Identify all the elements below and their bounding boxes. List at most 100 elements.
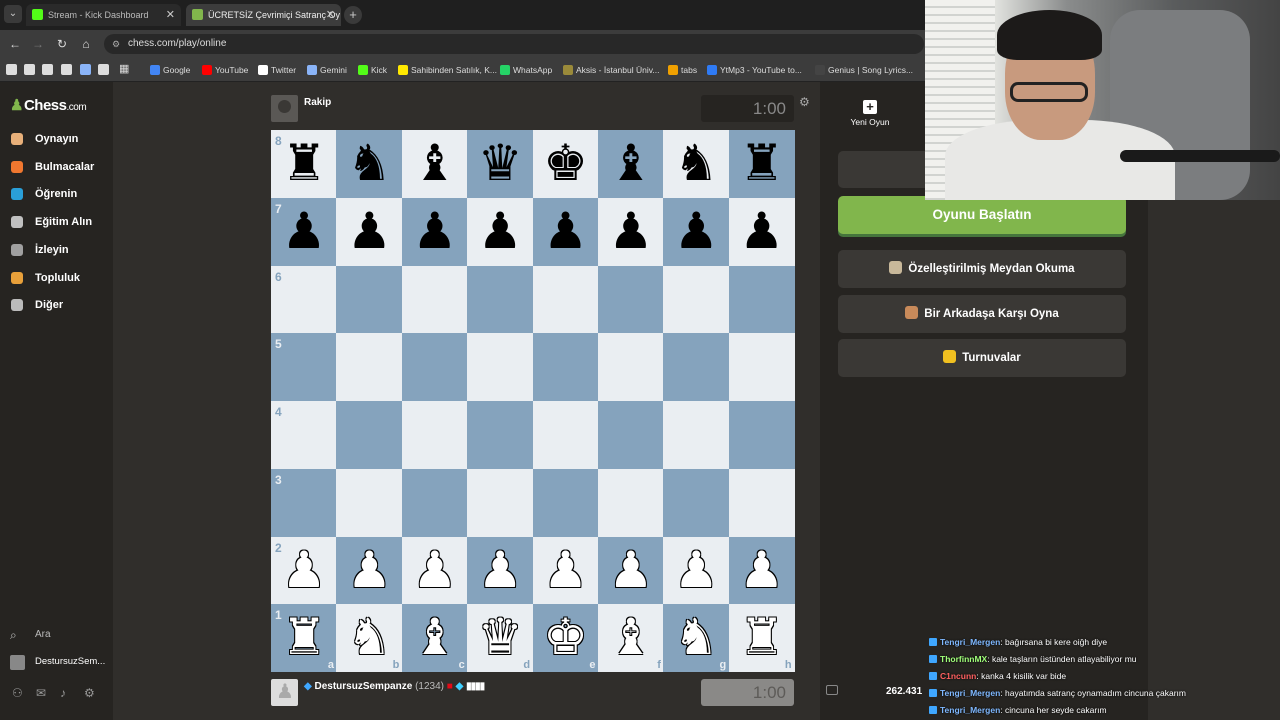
sidebar-item-4[interactable]: Eğitim Alın	[10, 213, 92, 231]
bookmark-item[interactable]: Google	[150, 62, 190, 78]
board-square[interactable]	[532, 468, 599, 537]
bookmark-item[interactable]: Gemini	[307, 62, 347, 78]
notifications-icon[interactable]: ♪	[60, 687, 73, 700]
black-pawn-piece[interactable]: ♟	[467, 198, 533, 266]
board-square[interactable]: f ♝	[597, 604, 664, 673]
white-queen-piece[interactable]: ♛	[467, 604, 533, 672]
board-square[interactable]: e ♚	[532, 604, 599, 673]
new-tab-button[interactable]: +	[344, 6, 362, 24]
board-square[interactable]: ♟	[532, 536, 599, 605]
board-square[interactable]	[532, 333, 599, 402]
board-square[interactable]: 7 ♟	[271, 197, 337, 266]
board-square[interactable]	[728, 333, 795, 402]
sidebar-item-5[interactable]: İzleyin	[10, 241, 69, 259]
board-square[interactable]: ♛	[467, 130, 534, 198]
board-square[interactable]: ♟	[597, 197, 664, 266]
board-square[interactable]	[728, 265, 795, 334]
white-knight-piece[interactable]: ♞	[336, 604, 402, 672]
bookmark-item[interactable]: tabs	[668, 62, 697, 78]
url-input[interactable]: ⚙ chess.com/play/online	[104, 34, 924, 54]
board-square[interactable]	[467, 468, 534, 537]
bookmark-folder-icon[interactable]	[98, 64, 109, 75]
white-pawn-piece[interactable]: ♟	[271, 537, 337, 605]
home-icon[interactable]: ⌂	[77, 35, 95, 53]
board-square[interactable]	[336, 265, 403, 334]
board-square[interactable]: ♟	[663, 536, 730, 605]
black-knight-piece[interactable]: ♞	[663, 130, 729, 198]
board-square[interactable]: d ♛	[467, 604, 534, 673]
board-square[interactable]: 5	[271, 333, 337, 402]
board-square[interactable]	[728, 468, 795, 537]
chess-board[interactable]: 8 ♜ ♞ ♝ ♛ ♚ ♝ ♞ ♜ 7 ♟ ♟ ♟ ♟ ♟ ♟ ♟ ♟ 6 5 4 3 2 ♟ ♟ ♟ ♟ ♟ ♟ ♟ ♟ 1 a ♜ b ♞ c ♝ d ♛…	[271, 130, 795, 673]
board-square[interactable]: ♟	[336, 197, 403, 266]
board-square[interactable]: 8 ♜	[271, 130, 337, 198]
board-square[interactable]	[336, 468, 403, 537]
black-king-piece[interactable]: ♚	[533, 130, 599, 198]
board-square[interactable]: ♝	[401, 130, 468, 198]
white-pawn-piece[interactable]: ♟	[663, 537, 729, 605]
board-square[interactable]: g ♞	[663, 604, 730, 673]
play-option-button[interactable]: Turnuvalar	[838, 339, 1126, 377]
sidebar-item-6[interactable]: Topluluk	[10, 269, 80, 287]
player-name-row[interactable]: ◆ DestursuzSempanze (1234) ■ ◆ ▮▮▮▮	[304, 681, 485, 692]
black-rook-piece[interactable]: ♜	[729, 130, 795, 198]
bookmark-folder-icon[interactable]	[6, 64, 17, 75]
board-square[interactable]: ♟	[401, 536, 468, 605]
bookmark-folder-icon[interactable]	[80, 64, 91, 75]
back-arrow-icon[interactable]: ←	[6, 35, 24, 53]
board-square[interactable]	[728, 401, 795, 469]
black-pawn-piece[interactable]: ♟	[729, 198, 795, 266]
reload-icon[interactable]: ↻	[53, 35, 71, 53]
white-pawn-piece[interactable]: ♟	[336, 537, 402, 605]
board-square[interactable]: ♟	[336, 536, 403, 605]
bookmark-folder-icon[interactable]	[24, 64, 35, 75]
tab-kick-dashboard[interactable]: Stream - Kick Dashboard ✕	[26, 4, 181, 26]
friends-icon[interactable]: ⚇	[12, 687, 25, 700]
bookmark-item[interactable]: Genius | Song Lyrics...	[815, 62, 913, 78]
bookmark-item[interactable]: YouTube	[202, 62, 248, 78]
sidebar-item-7[interactable]: Diğer	[10, 296, 63, 314]
board-square[interactable]: ♟	[728, 197, 795, 266]
board-square[interactable]: h ♜	[728, 604, 795, 673]
board-square[interactable]	[663, 468, 730, 537]
white-pawn-piece[interactable]: ♟	[598, 537, 664, 605]
sidebar-item-3[interactable]: Öğrenin	[10, 185, 77, 203]
board-square[interactable]: 3	[271, 468, 337, 537]
board-square[interactable]: c ♝	[401, 604, 468, 673]
board-square[interactable]	[532, 265, 599, 334]
black-pawn-piece[interactable]: ♟	[402, 198, 468, 266]
bookmark-folder-icon[interactable]	[61, 64, 72, 75]
white-pawn-piece[interactable]: ♟	[467, 537, 533, 605]
board-square[interactable]	[597, 265, 664, 334]
white-rook-piece[interactable]: ♜	[729, 604, 795, 672]
board-square[interactable]	[401, 468, 468, 537]
white-pawn-piece[interactable]: ♟	[729, 537, 795, 605]
black-pawn-piece[interactable]: ♟	[598, 198, 664, 266]
board-square[interactable]: ♟	[728, 536, 795, 605]
white-pawn-piece[interactable]: ♟	[402, 537, 468, 605]
site-info-icon[interactable]: ⚙	[112, 34, 120, 54]
board-square[interactable]	[532, 401, 599, 469]
white-pawn-piece[interactable]: ♟	[533, 537, 599, 605]
black-pawn-piece[interactable]: ♟	[663, 198, 729, 266]
board-square[interactable]	[597, 468, 664, 537]
board-square[interactable]: ♟	[663, 197, 730, 266]
bookmark-item[interactable]: YtMp3 - YouTube to...	[707, 62, 802, 78]
board-square[interactable]	[336, 401, 403, 469]
bookmark-folder-icon[interactable]	[42, 64, 53, 75]
board-square[interactable]: ♟	[597, 536, 664, 605]
forward-arrow-icon[interactable]: →	[29, 35, 47, 53]
board-square[interactable]	[467, 265, 534, 334]
close-tab-icon[interactable]: ✕	[166, 4, 175, 26]
board-square[interactable]: b ♞	[336, 604, 403, 673]
apps-grid-icon[interactable]: ▦	[119, 64, 130, 75]
start-game-button[interactable]: Oyunu Başlatın	[838, 196, 1126, 234]
board-square[interactable]: ♟	[467, 536, 534, 605]
board-square[interactable]	[401, 265, 468, 334]
tab-chess[interactable]: ÜCRETSİZ Çevrimiçi Satranç Oy ✕	[186, 4, 341, 26]
board-square[interactable]	[663, 333, 730, 402]
sidebar-item-2[interactable]: Bulmacalar	[10, 158, 94, 176]
bookmark-item[interactable]: Sahibinden Satılık, K...	[398, 62, 497, 78]
board-square[interactable]: ♚	[532, 130, 599, 198]
settings-gear-icon[interactable]: ⚙	[84, 687, 97, 700]
